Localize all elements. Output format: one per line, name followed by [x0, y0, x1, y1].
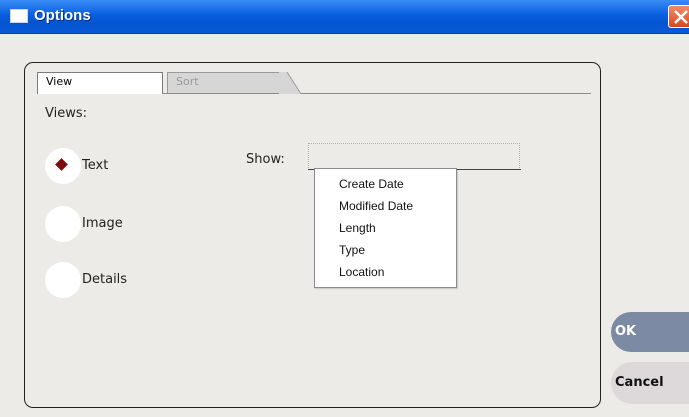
tab-view-label: View: [46, 75, 73, 88]
show-label: Show:: [246, 152, 285, 167]
cancel-button[interactable]: Cancel: [611, 362, 689, 404]
window-title: Options: [34, 7, 91, 24]
tab-sort-edge: [279, 72, 302, 94]
radio-image-label[interactable]: Image: [82, 216, 123, 231]
window-icon: [10, 9, 28, 23]
tab-view[interactable]: View: [37, 72, 163, 94]
close-button[interactable]: [668, 5, 689, 28]
show-dropdown-list: Create Date Modified Date Length Type Lo…: [314, 168, 457, 288]
dropdown-item-length[interactable]: Length: [339, 221, 376, 235]
radio-selected-indicator: [55, 158, 68, 171]
cancel-button-label: Cancel: [615, 375, 664, 390]
radio-text-label[interactable]: Text: [82, 158, 108, 173]
tab-sort-label: Sort: [176, 75, 199, 88]
title-bar: Options: [0, 0, 689, 34]
ok-button[interactable]: OK: [611, 312, 689, 352]
dropdown-item-create-date[interactable]: Create Date: [339, 177, 404, 191]
dropdown-item-location[interactable]: Location: [339, 265, 384, 279]
radio-details[interactable]: [45, 262, 81, 298]
tab-sort[interactable]: Sort: [167, 72, 287, 93]
options-panel: View Sort Views: Text Image Details Show…: [24, 62, 601, 408]
radio-image[interactable]: [45, 206, 81, 242]
show-input[interactable]: [308, 143, 520, 168]
close-icon: [674, 10, 688, 24]
dropdown-item-modified-date[interactable]: Modified Date: [339, 199, 413, 213]
ok-button-label: OK: [615, 324, 637, 339]
dropdown-item-type[interactable]: Type: [339, 243, 365, 257]
radio-text[interactable]: [45, 148, 81, 184]
radio-details-label[interactable]: Details: [82, 272, 127, 287]
views-label: Views:: [45, 106, 88, 121]
